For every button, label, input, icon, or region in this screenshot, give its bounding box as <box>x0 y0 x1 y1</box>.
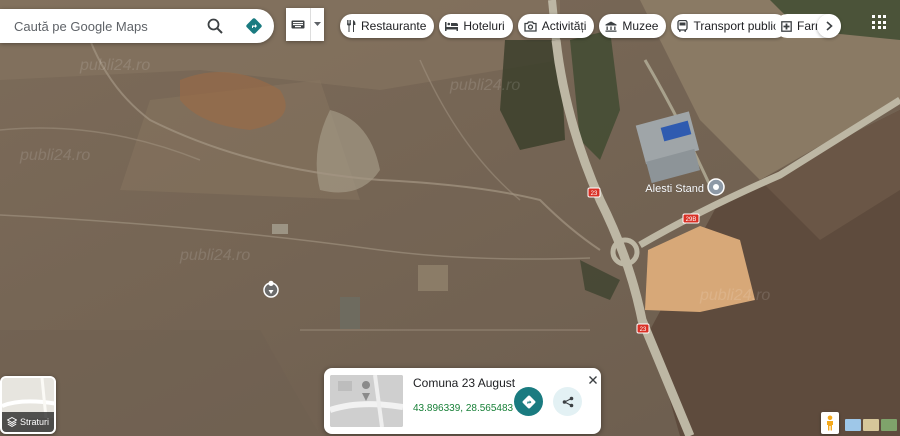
place-title: Comuna 23 August <box>413 376 516 390</box>
input-tools <box>286 8 324 41</box>
layers-label: Straturi <box>19 417 49 427</box>
chevron-down-icon[interactable] <box>311 8 324 41</box>
chip-muzee[interactable]: Muzee <box>599 14 667 38</box>
bus-icon <box>677 20 689 32</box>
svg-text:publi24.ro: publi24.ro <box>19 147 90 164</box>
road-shield: 23 <box>636 323 650 334</box>
share-button[interactable] <box>553 387 582 416</box>
chips-next-button[interactable] <box>817 14 841 38</box>
chip-restaurante[interactable]: Restaurante <box>340 14 435 38</box>
search-input[interactable] <box>12 17 196 35</box>
svg-text:publi24.ro: publi24.ro <box>449 77 520 94</box>
camera-icon <box>524 20 537 32</box>
layers-icon <box>6 417 17 427</box>
chip-label: Transport public <box>693 19 780 33</box>
satellite-thumbnail[interactable] <box>881 419 897 431</box>
chip-transport-public[interactable]: Transport public <box>671 14 788 38</box>
directions-icon[interactable] <box>244 16 264 36</box>
place-info-card[interactable]: Comuna 23 August 43.896339, 28.565483 <box>324 368 601 434</box>
place-marker[interactable] <box>707 178 725 196</box>
search-icon[interactable] <box>205 16 225 36</box>
road-shield: 29B <box>682 213 700 224</box>
chip-hoteluri[interactable]: Hoteluri <box>439 14 513 38</box>
chip-label: Hoteluri <box>463 19 505 33</box>
category-chips: Restaurante Hoteluri Activități Muzee Tr… <box>340 14 788 38</box>
search-box <box>0 9 274 43</box>
svg-text:publi24.ro: publi24.ro <box>179 247 250 264</box>
directions-icon <box>522 395 535 408</box>
svg-text:publi24.ro: publi24.ro <box>79 57 150 74</box>
layers-button[interactable]: Straturi <box>0 376 56 434</box>
svg-text:29B: 29B <box>686 217 697 223</box>
directions-button[interactable] <box>514 387 543 416</box>
apps-grid-icon[interactable] <box>872 15 886 29</box>
place-label[interactable]: Alesti Stand <box>645 183 704 195</box>
chip-label: Activități <box>541 19 587 33</box>
pharmacy-icon <box>781 20 792 32</box>
svg-text:23: 23 <box>640 327 647 333</box>
pegman-icon[interactable] <box>821 412 839 434</box>
place-coordinates[interactable]: 43.896339, 28.565483 <box>413 403 513 414</box>
place-thumbnail[interactable] <box>330 375 403 427</box>
bed-icon <box>445 22 459 31</box>
chevron-right-icon <box>825 21 833 31</box>
close-icon[interactable] <box>588 372 598 384</box>
chip-activitati[interactable]: Activități <box>517 14 595 38</box>
road-shield: 23 <box>587 187 601 198</box>
share-icon <box>562 396 573 407</box>
chip-label: Restaurante <box>361 19 427 33</box>
fork-knife-icon <box>347 20 356 32</box>
svg-text:23: 23 <box>591 191 598 197</box>
keyboard-icon[interactable] <box>286 8 311 41</box>
museum-icon <box>605 21 617 32</box>
terrain-thumbnail[interactable] <box>845 419 861 431</box>
traffic-thumbnail[interactable] <box>863 419 879 431</box>
chip-label: Muzee <box>622 19 659 33</box>
map-type-thumbnails[interactable] <box>845 414 900 436</box>
svg-text:publi24.ro: publi24.ro <box>699 287 770 304</box>
